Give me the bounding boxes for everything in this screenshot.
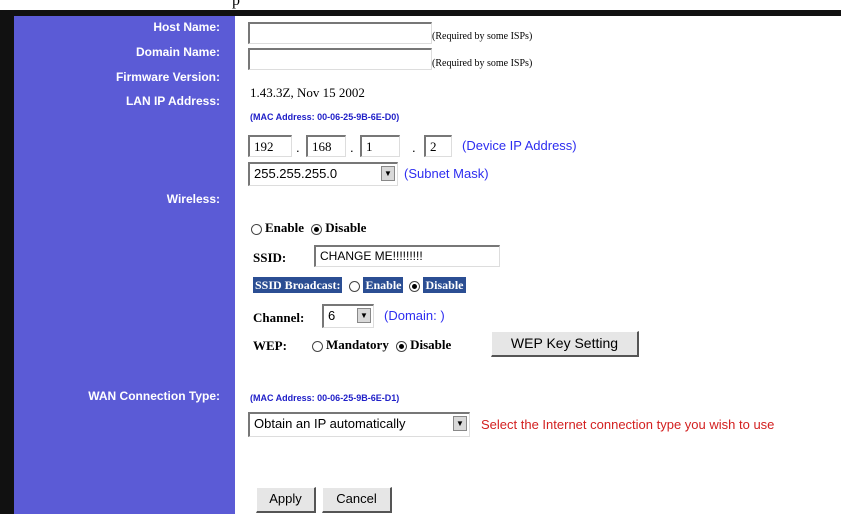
- channel-domain-note: (Domain: ): [384, 308, 445, 323]
- label-sidebar: [14, 16, 235, 514]
- wan-type-hint: Select the Internet connection type you …: [481, 417, 775, 432]
- ip-dot-1: .: [296, 140, 300, 155]
- subnet-mask-select[interactable]: 255.255.255.0 ▼: [248, 162, 398, 186]
- ip-octet-4[interactable]: 2: [424, 135, 452, 157]
- subnet-mask-value: 255.255.255.0: [254, 166, 338, 181]
- broadcast-disable-radio[interactable]: [409, 280, 421, 292]
- wep-disable-label: Disable: [410, 337, 452, 352]
- channel-label: Channel:: [253, 310, 305, 325]
- wireless-enable-radio[interactable]: [251, 223, 262, 235]
- wep-mandatory-radio[interactable]: [312, 340, 323, 352]
- device-ip-note: (Device IP Address): [462, 138, 577, 153]
- broadcast-disable-label: Disable: [423, 277, 466, 293]
- host-name-label: Host Name:: [153, 20, 220, 34]
- top-partial-text: p: [232, 0, 240, 9]
- ssid-input[interactable]: CHANGE ME!!!!!!!!!: [314, 245, 500, 267]
- left-border: [0, 16, 14, 514]
- broadcast-enable-radio[interactable]: [349, 280, 361, 292]
- ip-octet-1[interactable]: 192: [248, 135, 292, 157]
- wan-mac-address: (MAC Address: 00-06-25-9B-6E-D1): [250, 393, 400, 403]
- wep-label: WEP:: [253, 338, 287, 353]
- firmware-version-label: Firmware Version:: [115, 70, 220, 84]
- host-name-note: (Required by some ISPs): [432, 31, 533, 42]
- broadcast-enable-label: Enable: [363, 277, 404, 293]
- ip-dot-3: .: [412, 140, 416, 155]
- wireless-label: Wireless:: [166, 192, 220, 206]
- firmware-version-value: 1.43.3Z, Nov 15 2002: [250, 85, 365, 100]
- lan-ip-label: LAN IP Address:: [125, 94, 220, 108]
- channel-select[interactable]: 6 ▼: [322, 304, 374, 328]
- wep-mandatory-label: Mandatory: [326, 337, 389, 352]
- ip-dot-2: .: [350, 140, 354, 155]
- ip-octet-2[interactable]: 168: [306, 135, 346, 157]
- ssid-broadcast-label: SSID Broadcast:: [253, 277, 343, 293]
- domain-name-note: (Required by some ISPs): [432, 58, 533, 69]
- wan-type-label: WAN Connection Type:: [88, 389, 220, 403]
- wan-type-select[interactable]: Obtain an IP automatically ▼: [248, 412, 470, 437]
- domain-name-input[interactable]: [248, 48, 432, 70]
- wireless-disable-label: Disable: [325, 220, 367, 235]
- ssid-label: SSID:: [253, 250, 287, 265]
- dropdown-arrow-icon[interactable]: ▼: [381, 166, 395, 181]
- cancel-button[interactable]: Cancel: [322, 487, 392, 513]
- wan-type-value: Obtain an IP automatically: [254, 416, 406, 431]
- wireless-disable-radio[interactable]: [311, 223, 323, 235]
- ip-octet-3[interactable]: 1: [360, 135, 400, 157]
- channel-value: 6: [328, 308, 336, 323]
- apply-button[interactable]: Apply: [256, 487, 316, 513]
- domain-name-label: Domain Name:: [135, 45, 220, 59]
- wireless-enable-label: Enable: [265, 220, 305, 235]
- wep-disable-radio[interactable]: [396, 340, 408, 352]
- wep-key-setting-button[interactable]: WEP Key Setting: [491, 331, 639, 357]
- dropdown-arrow-icon[interactable]: ▼: [357, 308, 371, 323]
- dropdown-arrow-icon[interactable]: ▼: [453, 416, 467, 431]
- wep-radio-group: Mandatory Disable: [312, 337, 451, 353]
- host-name-input[interactable]: [248, 22, 432, 44]
- subnet-mask-note: (Subnet Mask): [404, 166, 489, 181]
- ssid-broadcast-row: SSID Broadcast: Enable Disable: [253, 277, 466, 293]
- wireless-radio-group: Enable Disable: [251, 220, 366, 236]
- lan-mac-address: (MAC Address: 00-06-25-9B-6E-D0): [250, 112, 400, 122]
